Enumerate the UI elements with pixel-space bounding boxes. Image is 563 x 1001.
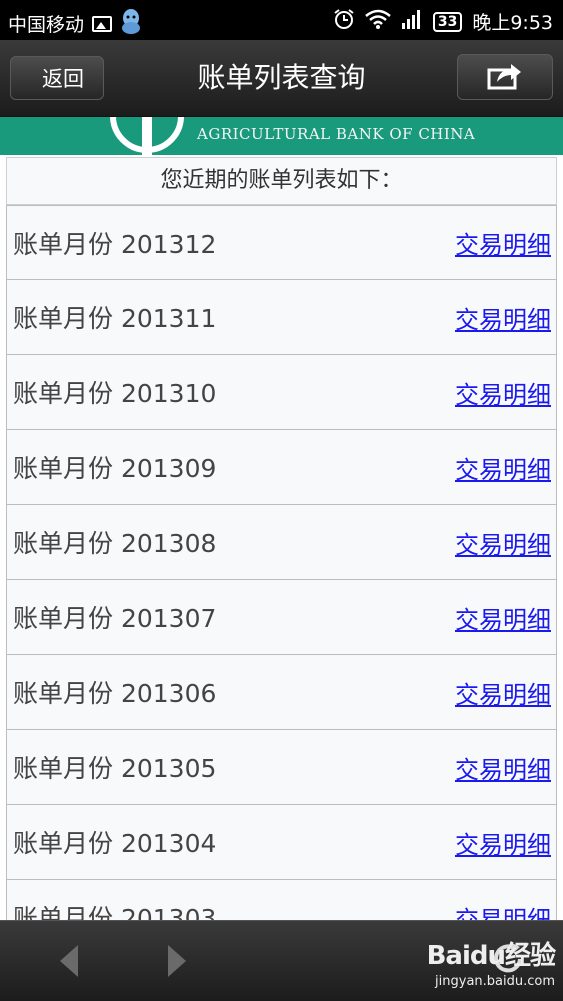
transaction-detail-link[interactable]: 交易明细 <box>455 225 551 260</box>
alarm-icon <box>333 8 355 35</box>
status-bar: 中国移动 33 晚上9:53 <box>0 0 563 40</box>
back-button-label: 返回 <box>42 67 84 91</box>
bill-month-label: 账单月份 201303 <box>13 904 217 920</box>
transaction-detail-link[interactable]: 交易明细 <box>455 750 551 785</box>
bottom-toolbar: Baidu经验 jingyan.baidu.com <box>0 920 563 1001</box>
bill-month-label: 账单月份 201311 <box>13 304 217 333</box>
watermark-url: jingyan.baidu.com <box>435 974 555 989</box>
qq-icon <box>120 8 142 39</box>
bill-month-label: 账单月份 201305 <box>13 754 217 783</box>
back-button[interactable]: 返回 <box>10 56 104 100</box>
list-header: 您近期的账单列表如下： <box>6 157 557 205</box>
bill-month-label: 账单月份 201308 <box>13 529 217 558</box>
transaction-detail-link[interactable]: 交易明细 <box>455 825 551 860</box>
bank-banner: AGRICULTURAL BANK OF CHINA <box>0 117 563 155</box>
transaction-detail-link[interactable]: 交易明细 <box>455 900 551 921</box>
bill-row: 账单月份 201304 交易明细 <box>6 805 557 880</box>
image-icon <box>92 15 113 32</box>
baidu-watermark: Baidu经验 jingyan.baidu.com <box>426 935 556 989</box>
title-bar: 账单列表查询 返回 <box>0 40 563 117</box>
bill-month-label: 账单月份 201306 <box>13 679 217 708</box>
bank-name: AGRICULTURAL BANK OF CHINA <box>197 125 476 143</box>
transaction-detail-link[interactable]: 交易明细 <box>455 525 551 560</box>
transaction-detail-link[interactable]: 交易明细 <box>455 375 551 410</box>
share-icon <box>487 60 523 94</box>
bill-row: 账单月份 201303 交易明细 <box>6 880 557 920</box>
battery-icon: 33 <box>432 11 463 32</box>
bill-row: 账单月份 201312 交易明细 <box>6 205 557 280</box>
carrier-label: 中国移动 <box>8 14 85 36</box>
bill-month-label: 账单月份 201309 <box>13 454 217 483</box>
transaction-detail-link[interactable]: 交易明细 <box>455 300 551 335</box>
bill-month-label: 账单月份 201304 <box>13 829 217 858</box>
abc-logo-icon <box>110 117 184 155</box>
transaction-detail-link[interactable]: 交易明细 <box>455 675 551 710</box>
share-button[interactable] <box>457 54 553 100</box>
bill-month-label: 账单月份 201310 <box>13 379 217 408</box>
bill-row: 账单月份 201305 交易明细 <box>6 730 557 805</box>
watermark-logo: Baidu经验 <box>426 941 556 971</box>
back-arrow-icon[interactable] <box>56 943 80 983</box>
bill-row: 账单月份 201309 交易明细 <box>6 430 557 505</box>
bill-list: 您近期的账单列表如下： 账单月份 201312 交易明细 账单月份 201311 交易… <box>0 155 563 920</box>
clock: 晚上9:53 <box>472 12 553 34</box>
bill-row: 账单月份 201308 交易明细 <box>6 505 557 580</box>
signal-icon <box>401 9 423 34</box>
forward-arrow-icon[interactable] <box>166 943 190 983</box>
bill-row: 账单月份 201307 交易明细 <box>6 580 557 655</box>
bill-month-label: 账单月份 201312 <box>13 229 217 259</box>
transaction-detail-link[interactable]: 交易明细 <box>455 450 551 485</box>
bill-row: 账单月份 201311 交易明细 <box>6 280 557 355</box>
wifi-icon <box>365 9 391 34</box>
bill-row: 账单月份 201310 交易明细 <box>6 355 557 430</box>
bill-month-label: 账单月份 201307 <box>13 604 217 633</box>
bill-row: 账单月份 201306 交易明细 <box>6 655 557 730</box>
transaction-detail-link[interactable]: 交易明细 <box>455 600 551 635</box>
